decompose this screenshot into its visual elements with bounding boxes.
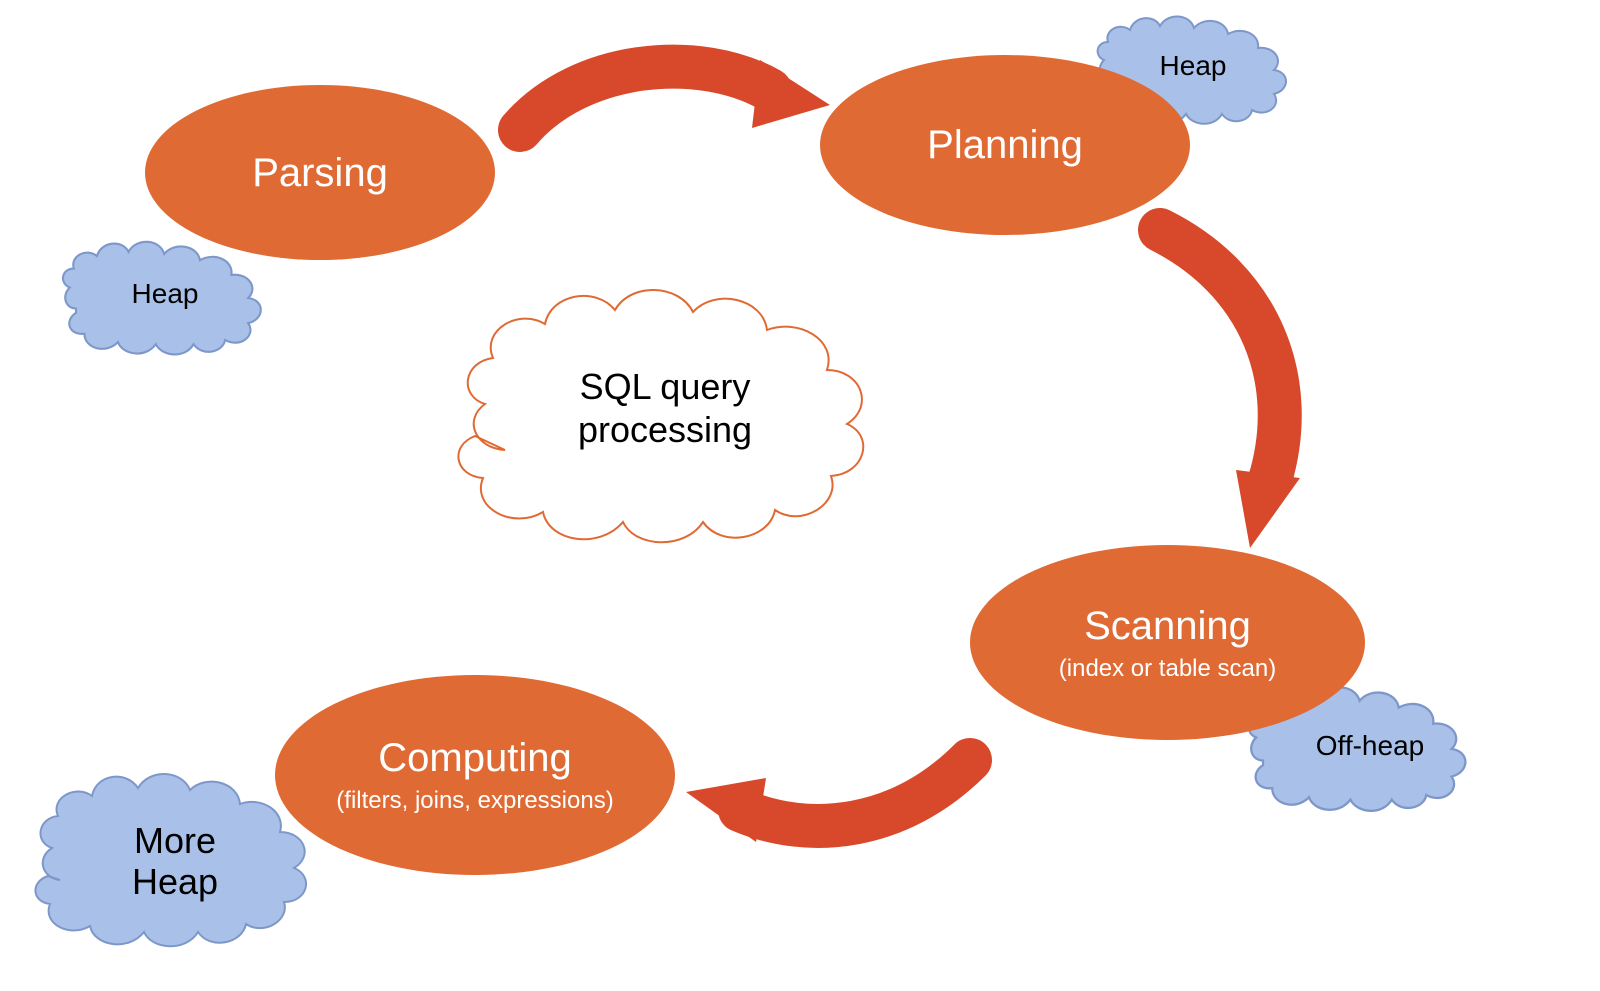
cloud-center [458, 290, 863, 542]
label-computing-heap-l1: More [134, 820, 216, 861]
diagram-stage: Parsing Planning Scanning (index or tabl… [0, 0, 1600, 991]
label-center-l1: SQL query [580, 366, 751, 407]
label-center: SQL query processing [560, 365, 770, 451]
cloud-parsing-heap [63, 242, 261, 355]
stage-scanning: Scanning (index or table scan) [970, 545, 1365, 740]
stage-scanning-title: Scanning [1084, 603, 1251, 649]
arrow-parsing-to-planning [520, 60, 830, 130]
label-center-l2: processing [578, 409, 752, 450]
stage-computing-sub: (filters, joins, expressions) [336, 787, 613, 815]
label-scanning-heap: Off-heap [1300, 730, 1440, 762]
stage-parsing: Parsing [145, 85, 495, 260]
cloud-computing-heap [35, 774, 306, 946]
stage-planning: Planning [820, 55, 1190, 235]
label-computing-heap-l2: Heap [132, 861, 218, 902]
stage-scanning-sub: (index or table scan) [1059, 655, 1276, 683]
stage-computing: Computing (filters, joins, expressions) [275, 675, 675, 875]
stage-parsing-title: Parsing [252, 150, 388, 196]
label-parsing-heap: Heap [110, 278, 220, 310]
stage-computing-title: Computing [378, 735, 571, 781]
label-planning-heap: Heap [1138, 50, 1248, 82]
stage-planning-title: Planning [927, 122, 1083, 168]
arrow-planning-to-scanning [1160, 230, 1300, 548]
label-computing-heap: More Heap [90, 820, 260, 903]
arrow-scanning-to-computing [686, 760, 970, 842]
